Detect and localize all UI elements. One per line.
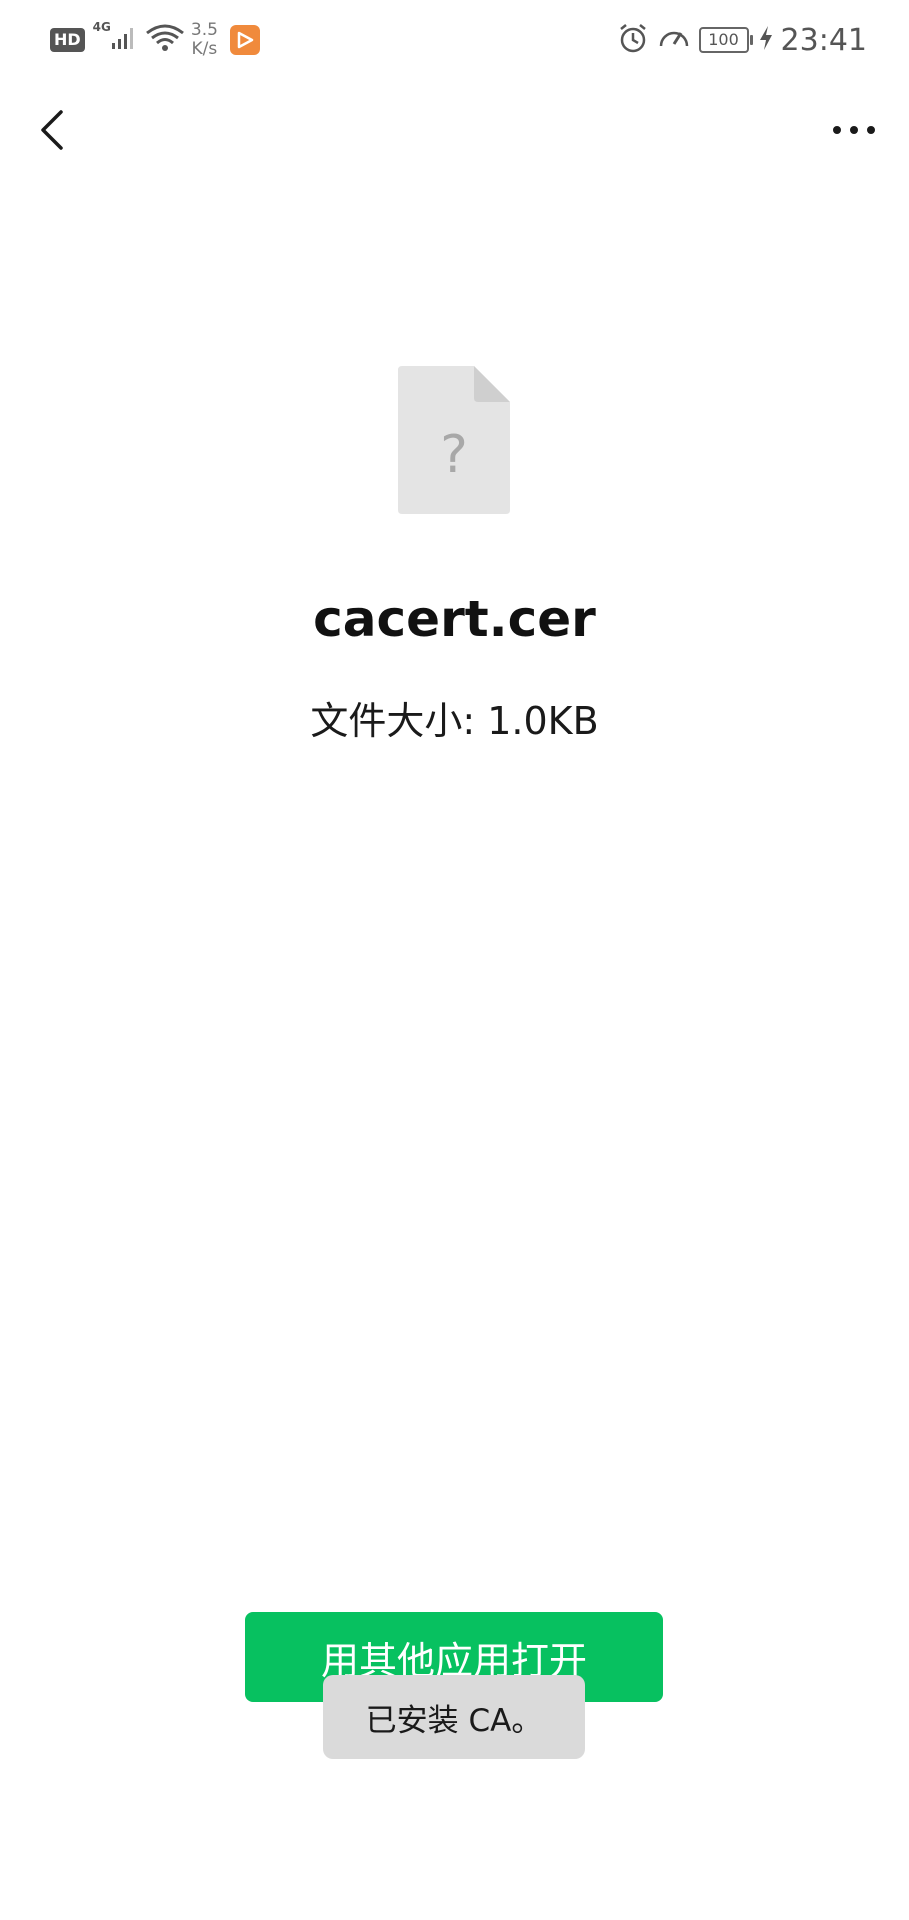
back-icon: [41, 110, 63, 150]
battery-icon: 100: [698, 27, 753, 53]
status-bar-left: HD 4G 3.5 K/s: [50, 18, 260, 62]
file-name: cacert.cer: [313, 590, 596, 648]
hd-badge: HD: [50, 28, 85, 52]
status-bar: HD 4G 3.5 K/s 100 23:41: [0, 0, 909, 80]
toast-message: 已安装 CA。: [323, 1675, 585, 1759]
unknown-file-icon: ?: [398, 366, 510, 514]
status-time: 23:41: [780, 22, 867, 58]
alarm-icon: [617, 22, 649, 58]
charging-icon: [759, 25, 773, 55]
wifi-icon: [145, 23, 185, 57]
status-bar-right: 100 23:41: [617, 18, 867, 62]
file-size: 文件大小: 1.0KB: [310, 699, 599, 743]
app-badge-icon: [229, 25, 260, 55]
top-navigation: [0, 100, 909, 160]
speed-unit: K/s: [191, 39, 218, 59]
battery-level: 100: [708, 30, 739, 49]
network-type: 4G: [92, 20, 111, 34]
back-button[interactable]: [28, 106, 76, 154]
network-speed: 3.5 K/s: [191, 21, 218, 59]
more-icon: [833, 126, 875, 134]
signal-icon: [111, 25, 137, 55]
speed-value: 3.5: [190, 20, 218, 40]
more-button[interactable]: [829, 106, 879, 154]
file-icon-glyph: ?: [440, 425, 468, 485]
speed-meter-icon: [657, 22, 691, 58]
